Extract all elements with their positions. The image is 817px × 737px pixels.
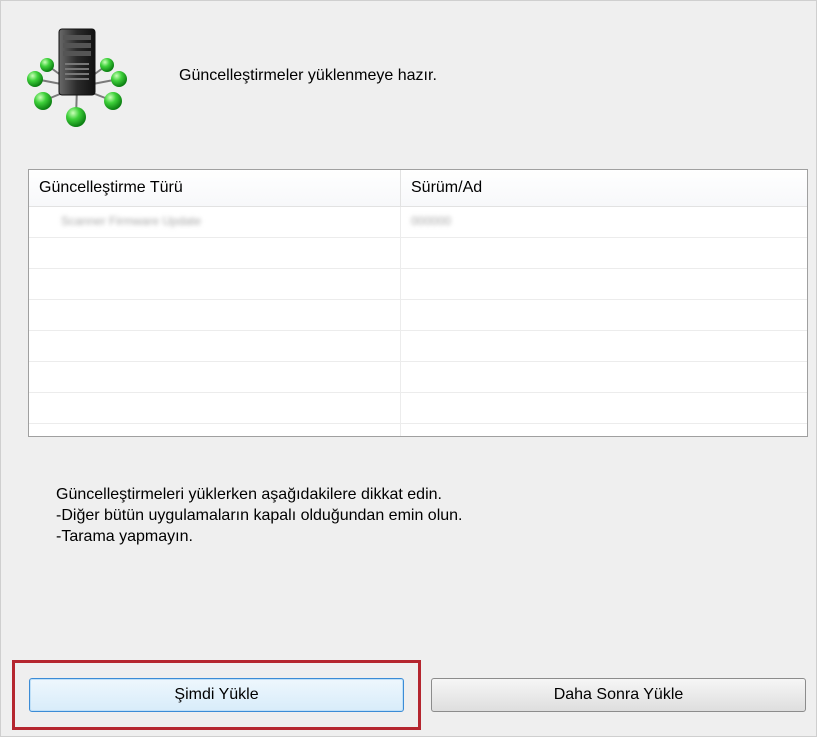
table-row [29,362,807,393]
table-header: Güncelleştirme Türü Sürüm/Ad [29,170,807,207]
note-line: -Diğer bütün uygulamaların kapalı olduğu… [56,507,463,524]
update-dialog: Güncelleştirmeler yüklenmeye hazır. Günc… [0,0,817,737]
ready-message: Güncelleştirmeler yüklenmeye hazır. [179,67,437,84]
table-row [29,300,807,331]
table-row[interactable]: Scanner Firmware Update 000000 [29,207,807,238]
table-row [29,238,807,269]
table-row [29,393,807,424]
install-now-button[interactable]: Şimdi Yükle [29,678,404,712]
note-line: Güncelleştirmeleri yüklerken aşağıdakile… [56,486,442,503]
table-row [29,331,807,362]
column-header-update-type[interactable]: Güncelleştirme Türü [29,170,401,206]
network-server-icon [21,27,133,129]
install-notes: Güncelleştirmeleri yüklerken aşağıdakile… [56,484,462,547]
version-cell: 000000 [411,214,452,228]
install-later-button[interactable]: Daha Sonra Yükle [431,678,806,712]
updates-table[interactable]: Güncelleştirme Türü Sürüm/Ad Scanner Fir… [28,169,808,437]
column-header-version[interactable]: Sürüm/Ad [401,170,807,206]
update-type-cell: Scanner Firmware Update [61,214,202,228]
table-row [29,424,807,436]
note-line: -Tarama yapmayın. [56,528,193,545]
table-row [29,269,807,300]
